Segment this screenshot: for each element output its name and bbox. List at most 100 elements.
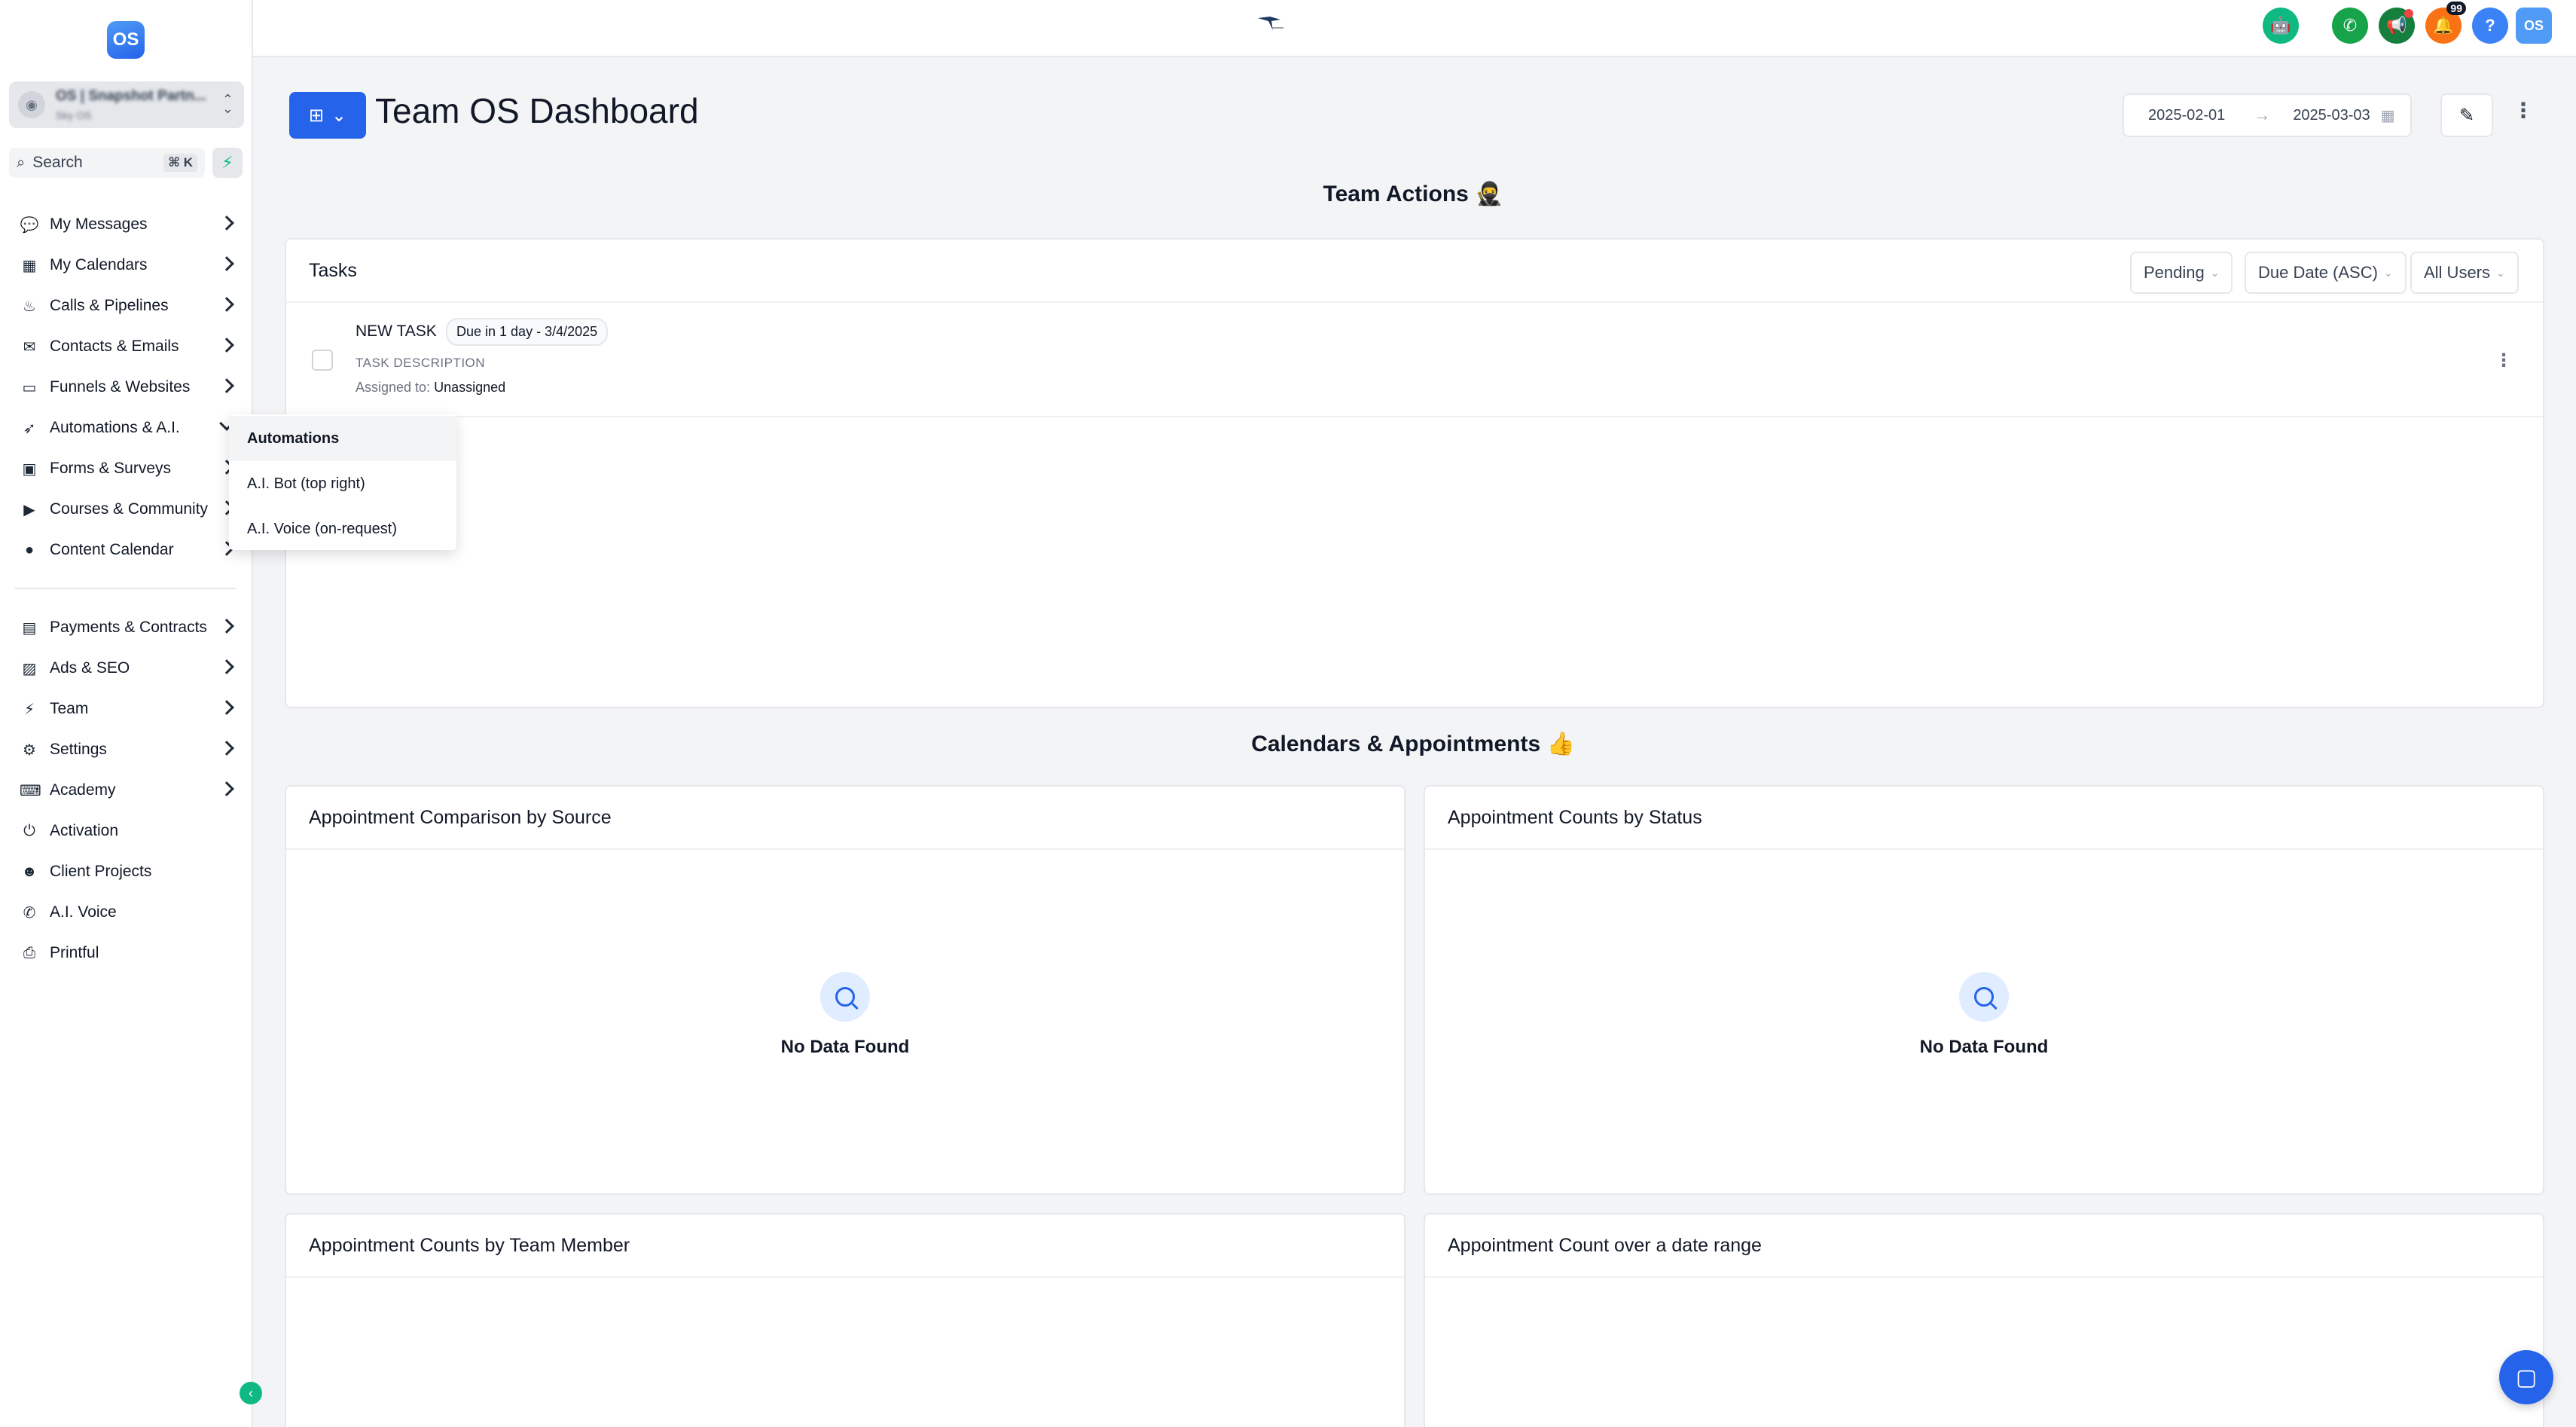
sidebar-item-label: My Messages — [50, 215, 148, 233]
submenu-item-ai-voice[interactable]: A.I. Voice (on-request) — [229, 506, 456, 552]
sidebar-item-payments-contracts[interactable]: ▤ Payments & Contracts — [0, 607, 253, 648]
search-shortcut: ⌘ K — [163, 154, 197, 172]
sidebar-item-my-calendars[interactable]: ▦ My Calendars — [0, 245, 253, 286]
phone-icon: ✆ — [23, 904, 36, 921]
chevron-right-icon — [219, 619, 234, 634]
task-assignment: Assigned to: Unassigned — [356, 380, 505, 396]
chart-card-comparison-by-source: Appointment Comparison by Source No Data… — [285, 785, 1406, 1195]
sidebar-item-contacts-emails[interactable]: ✉ Contacts & Emails — [0, 326, 253, 367]
task-checkbox[interactable] — [312, 350, 333, 371]
account-info: OS | Snapshot Partn... Sky OS — [56, 88, 206, 121]
sidebar-item-label: Ads & SEO — [50, 659, 130, 677]
arrow-right-icon: → — [2254, 105, 2271, 124]
sidebar-item-my-messages[interactable]: 💬 My Messages — [0, 204, 253, 245]
bolt-icon: ⚡ — [23, 701, 35, 718]
apple-icon: ● — [24, 541, 35, 558]
page-title: Team OS Dashboard — [375, 91, 699, 130]
chevron-down-icon: ⌄ — [331, 105, 347, 126]
search-placeholder: Search — [32, 154, 83, 171]
section-title-calendars: Calendars & Appointments 👍 — [1251, 732, 1575, 756]
chevron-updown-icon: ⌃ ⌄ — [221, 92, 233, 116]
account-sub: Sky OS — [56, 109, 92, 121]
chart-card-counts-by-team-member: Appointment Counts by Team Member — [285, 1213, 1406, 1427]
sidebar-item-automations-ai[interactable]: ➶ Automations & A.I. — [0, 408, 253, 448]
task-description: TASK DESCRIPTION — [356, 356, 486, 370]
sort-select[interactable]: Due Date (ASC) ⌄ — [2245, 252, 2407, 294]
pencil-icon: ✎ — [2458, 105, 2475, 126]
chevron-down-icon: ⌄ — [2210, 266, 2220, 279]
unread-dot — [2404, 9, 2413, 18]
notification-count: 99 — [2446, 2, 2466, 15]
account-switcher[interactable]: ◉ OS | Snapshot Partn... Sky OS ⌃ ⌄ — [9, 81, 244, 128]
document-icon: ▤ — [22, 619, 37, 637]
user-icon: ☻ — [21, 863, 38, 880]
submenu-item-ai-bot[interactable]: A.I. Bot (top right) — [229, 461, 456, 506]
sidebar-item-funnels-websites[interactable]: ▭ Funnels & Websites — [0, 367, 253, 408]
tasks-card: Tasks Pending ⌄ Due Date (ASC) ⌄ All Users… — [285, 238, 2544, 708]
messages-icon: 💬 — [20, 216, 39, 234]
more-options-icon[interactable]: ⋮ — [2513, 98, 2534, 123]
task-row[interactable]: NEW TASK Due in 1 day - 3/4/2025 TASK DE… — [286, 304, 2543, 417]
help-icon[interactable]: ? — [2472, 8, 2508, 44]
sidebar-item-label: Contacts & Emails — [50, 338, 179, 355]
chat-widget-icon[interactable]: ▢ — [2499, 1350, 2553, 1404]
dashboard-switcher-button[interactable]: ⊞ ⌄ — [289, 92, 366, 139]
sidebar-item-client-projects[interactable]: ☻ Client Projects — [0, 851, 253, 892]
sidebar-divider — [15, 588, 237, 589]
sidebar-item-label: Printful — [50, 944, 99, 961]
sidebar-item-team[interactable]: ⚡ Team — [0, 689, 253, 729]
mail-icon: ✉ — [23, 338, 36, 356]
sidebar-item-label: Forms & Surveys — [50, 460, 172, 477]
chevron-right-icon — [219, 215, 234, 231]
sidebar-item-label: Content Calendar — [50, 541, 174, 558]
sidebar-item-ai-voice[interactable]: ✆ A.I. Voice — [0, 892, 253, 933]
user-avatar[interactable]: OS — [2516, 8, 2552, 44]
assigned-value: Unassigned — [434, 380, 506, 395]
status-filter-select[interactable]: Pending ⌄ — [2130, 252, 2233, 294]
sidebar-item-settings[interactable]: ⚙ Settings — [0, 729, 253, 770]
card-title: Appointment Comparison by Source — [286, 787, 1404, 850]
sidebar-item-courses-community[interactable]: ▶ Courses & Community — [0, 489, 253, 530]
date-end: 2025-03-03 — [2293, 106, 2370, 124]
sidebar-item-forms-surveys[interactable]: ▣ Forms & Surveys — [0, 448, 253, 489]
task-more-icon[interactable]: ⋮ — [2495, 350, 2513, 371]
sidebar-item-activation[interactable]: ⏻ Activation — [0, 811, 253, 851]
quick-action-bolt-icon[interactable]: ⚡ — [212, 148, 243, 178]
notifications-bell-icon[interactable]: 🔔 99 — [2425, 2, 2466, 44]
sidebar-item-label: Client Projects — [50, 863, 152, 880]
sidebar-item-ads-seo[interactable]: ▨ Ads & SEO — [0, 648, 253, 689]
chevron-right-icon — [219, 256, 234, 271]
tasks-card-header: Tasks Pending ⌄ Due Date (ASC) ⌄ All Users… — [286, 240, 2543, 303]
ai-bot-icon[interactable]: 🤖 — [2263, 8, 2299, 44]
card-title: Appointment Counts by Team Member — [286, 1215, 1404, 1278]
search-input[interactable]: ⌕ Search ⌘ K — [9, 148, 205, 178]
date-range-picker[interactable]: 2025-02-01 → 2025-03-03 ▦ — [2123, 93, 2412, 137]
empty-state: No Data Found — [286, 972, 1404, 1058]
tasks-title: Tasks — [309, 259, 357, 281]
megaphone-icon[interactable]: 📢 — [2379, 8, 2415, 44]
sidebar-item-label: Funnels & Websites — [50, 378, 191, 396]
chevron-down-icon: ⌄ — [2383, 266, 2393, 279]
sidebar-item-academy[interactable]: ⌨ Academy — [0, 770, 253, 811]
chart-card-count-over-date-range: Appointment Count over a date range — [1424, 1213, 2544, 1427]
collapse-sidebar-icon[interactable]: ‹ — [240, 1382, 262, 1404]
submenu-item-automations[interactable]: Automations — [229, 416, 456, 461]
app-logo[interactable]: OS — [107, 21, 145, 59]
chart-card-counts-by-status: Appointment Counts by Status No Data Fou… — [1424, 785, 2544, 1195]
sidebar-item-calls-pipelines[interactable]: ♨ Calls & Pipelines — [0, 286, 253, 326]
edit-dashboard-button[interactable]: ✎ — [2440, 93, 2493, 137]
calendar-icon: ▦ — [22, 257, 37, 274]
chevron-right-icon — [219, 338, 234, 353]
chevron-right-icon — [219, 659, 234, 674]
gear-icon: ⚙ — [23, 741, 36, 759]
phone-call-icon[interactable]: ✆ — [2332, 8, 2368, 44]
assigned-label: Assigned to: — [356, 380, 431, 395]
empty-state-text: No Data Found — [1919, 1037, 2049, 1057]
monitor-icon: ▭ — [22, 379, 37, 396]
sidebar-item-content-calendar[interactable]: ● Content Calendar — [0, 530, 253, 570]
task-due-badge: Due in 1 day - 3/4/2025 — [446, 318, 609, 346]
magnifier-icon — [1959, 972, 2009, 1022]
search-icon: ⌕ — [17, 154, 26, 171]
sidebar-item-printful[interactable]: ⎙ Printful — [0, 933, 253, 973]
user-filter-select[interactable]: All Users ⌄ — [2410, 252, 2519, 294]
